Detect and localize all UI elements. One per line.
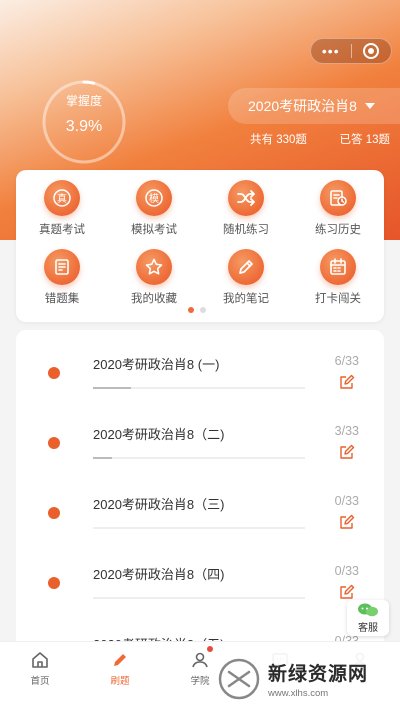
chapter-title: 2020考研政治肖8 (一) [93,357,220,372]
customer-service-label: 客服 [358,623,378,634]
pencil-icon [228,249,264,285]
chapter-progress-track [93,457,305,459]
chapter-dot [48,577,60,589]
exam-name: 2020考研政治肖8 [248,98,357,114]
chapter-progress-track [93,597,305,599]
chapter-progress-fill [93,457,113,459]
mastery-label: 掌握度 [65,94,102,108]
watermark-title: 新绿资源网 [268,664,369,685]
function-label: 我的笔记 [223,293,269,305]
chapter-title: 2020考研政治肖8（二) [93,427,225,442]
wrong-book-icon [44,249,80,285]
miniprogram-capsule[interactable]: ••• [310,38,392,64]
function-label: 我的收藏 [131,293,177,305]
chapter-list-card: 2020考研政治肖8 (一) 6/33 2020考研政治肖8（二) 3/33 2… [16,330,384,660]
function-wrong-book[interactable]: 错题集 [16,249,108,306]
svg-text:真: 真 [57,192,67,205]
function-grid-card: 真 真题考试 模 模拟考试 随机练习 练习历史 错题集 我的收藏 我的笔记 打卡… [16,170,384,322]
notification-dot [207,646,213,652]
edit-icon[interactable] [339,444,355,465]
chapter-dot [48,367,60,379]
customer-service-button[interactable]: 客服 [347,600,389,636]
function-label: 练习历史 [315,224,361,236]
chapter-count: 6/33 [334,354,359,368]
answered-count: 已答 13题 [339,134,391,146]
chapter-row[interactable]: 2020考研政治肖8（二) 3/33 [16,400,384,470]
chapter-title: 2020考研政治肖8（四) [93,567,225,582]
chapter-row[interactable]: 2020考研政治肖8（三) 0/33 [16,470,384,540]
tab-label: 学院 [190,676,210,687]
question-counts: 共有 330题 已答 13题 [250,131,390,147]
function-label: 随机练习 [223,224,269,236]
function-label: 模拟考试 [131,224,177,236]
mastery-value: 3.9% [65,118,103,135]
star-icon [136,249,172,285]
shuffle-icon [228,180,264,216]
function-label: 真题考试 [39,224,85,236]
tab-practice[interactable]: 刷题 [80,642,160,711]
tab-label: 首页 [30,676,50,687]
chapter-row[interactable]: 2020考研政治肖8 (一) 6/33 [16,330,384,400]
edit-icon[interactable] [339,514,355,535]
home-icon [32,652,48,668]
chapter-dot [48,507,60,519]
mastery-text: 掌握度 3.9% [40,92,128,136]
tab-home[interactable]: 首页 [0,642,80,711]
watermark-url: www.xlhs.com [268,688,329,699]
chapter-row[interactable]: 2020考研政治肖8（四) 0/33 [16,540,384,610]
chapter-count: 3/33 [334,424,359,438]
function-favorites[interactable]: 我的收藏 [108,249,200,306]
function-check-in[interactable]: 打卡闯关 [292,249,384,306]
function-practice-history[interactable]: 练习历史 [292,180,384,237]
people-icon [192,652,208,668]
more-icon[interactable]: ••• [311,38,351,64]
function-real-exam[interactable]: 真 真题考试 [16,180,108,237]
chapter-progress-fill [93,387,132,389]
pager-dot[interactable] [200,307,206,313]
close-target-icon[interactable] [351,42,391,60]
history-icon [320,180,356,216]
function-mock-exam[interactable]: 模 模拟考试 [108,180,200,237]
exam-real-icon: 真 [44,180,80,216]
pager-dot-active[interactable] [188,307,194,313]
chapter-dot [48,437,60,449]
function-grid: 真 真题考试 模 模拟考试 随机练习 练习历史 错题集 我的收藏 我的笔记 打卡… [16,180,384,306]
function-pager [188,307,206,313]
function-random-practice[interactable]: 随机练习 [200,180,292,237]
exam-selector[interactable]: 2020考研政治肖8 [228,88,400,124]
caret-down-icon [364,103,375,109]
watermark-logo [218,658,260,700]
chapter-progress-track [93,387,305,389]
edit-icon[interactable] [339,374,355,395]
function-label: 打卡闯关 [315,293,361,305]
function-label: 错题集 [44,293,80,305]
pen-icon [114,654,126,666]
exam-mock-icon: 模 [136,180,172,216]
watermark: 新绿资源网 www.xlhs.com [212,652,400,706]
total-count: 共有 330题 [250,134,307,146]
function-notes[interactable]: 我的笔记 [200,249,292,306]
chapter-count: 0/33 [334,564,359,578]
chat-bubble-icon [358,603,378,617]
calendar-icon [320,249,356,285]
chapter-progress-track [93,527,305,529]
chapter-count: 0/33 [334,494,359,508]
tab-label: 刷题 [110,676,130,687]
chapter-title: 2020考研政治肖8（三) [93,497,225,512]
svg-text:模: 模 [149,193,159,205]
